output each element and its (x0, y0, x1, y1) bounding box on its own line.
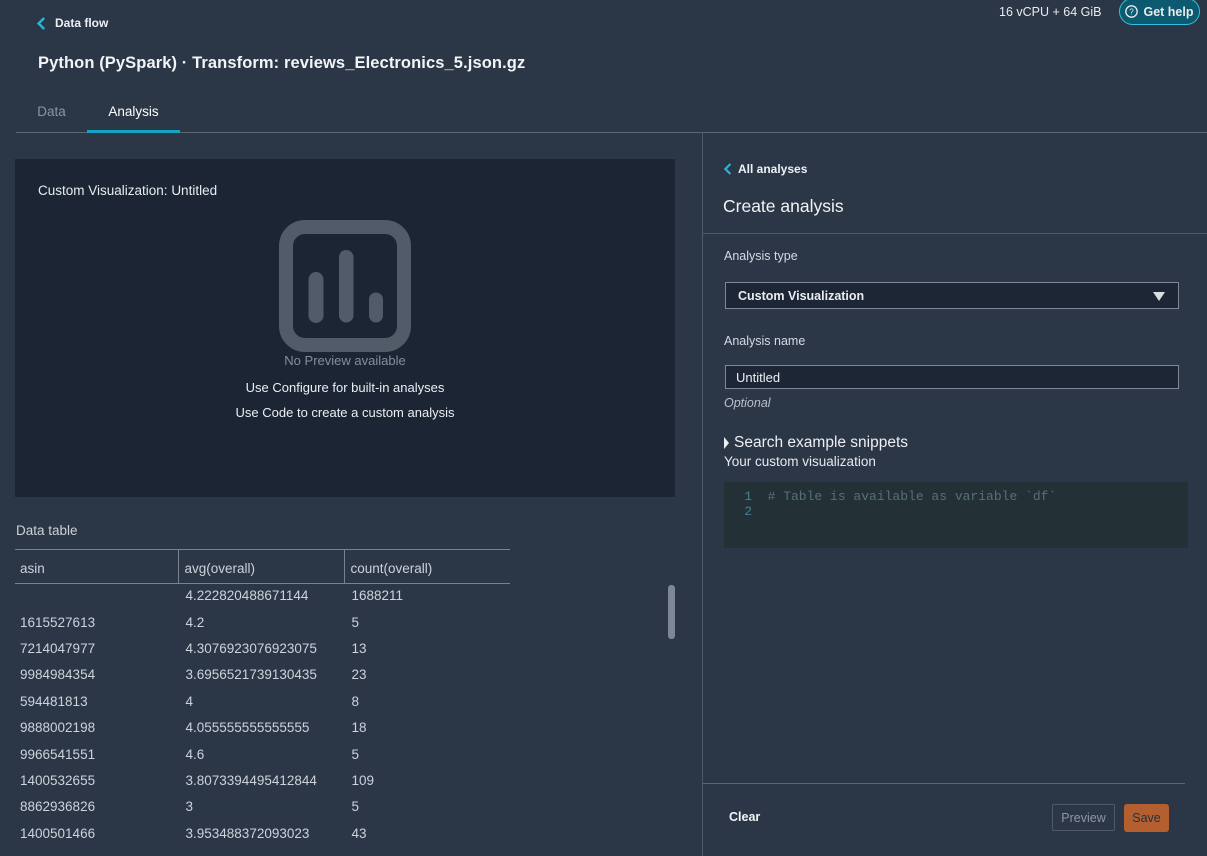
svg-text:?: ? (1130, 7, 1135, 16)
